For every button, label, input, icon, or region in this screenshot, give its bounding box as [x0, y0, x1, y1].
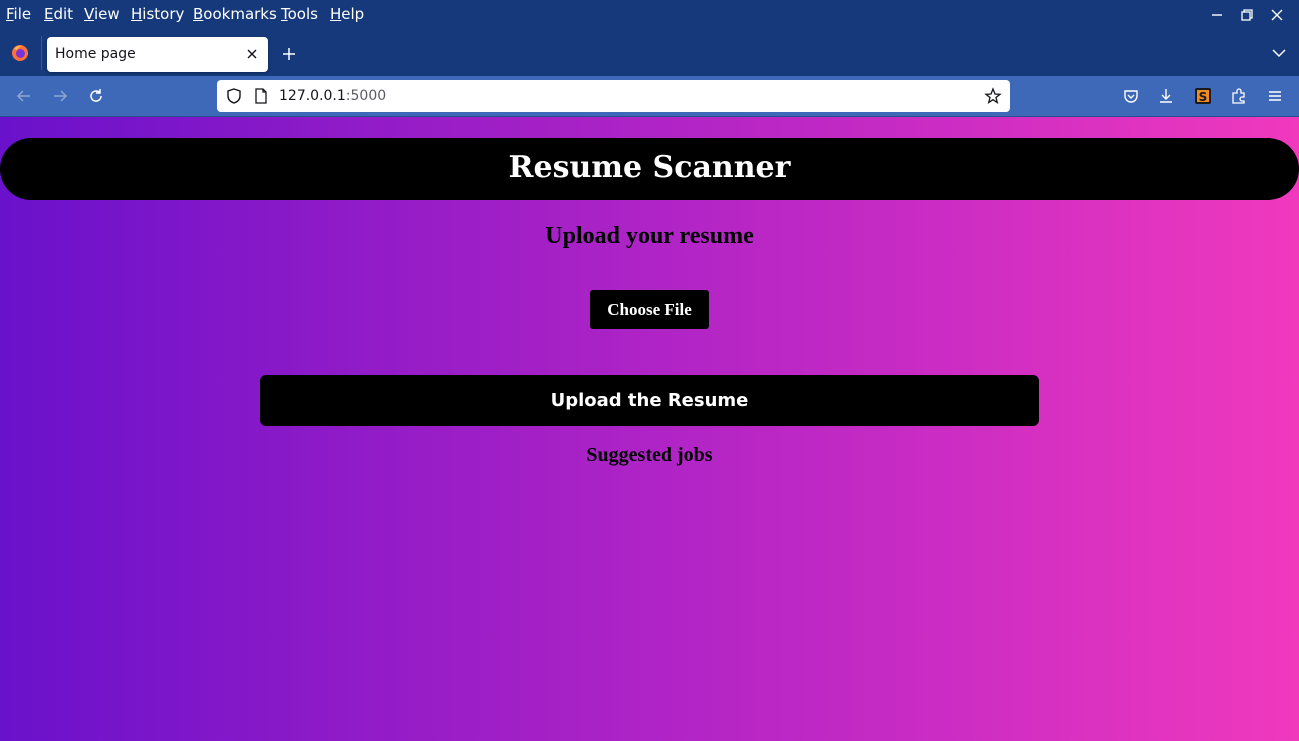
forward-arrow-icon[interactable]	[51, 87, 69, 105]
tab-home-page[interactable]: Home page	[47, 37, 268, 72]
choose-file-button[interactable]: Choose File	[590, 290, 709, 329]
menu-file[interactable]: File	[6, 5, 31, 23]
firefox-logo-icon[interactable]	[11, 44, 29, 62]
back-arrow-icon[interactable]	[15, 87, 33, 105]
svg-text:S: S	[1199, 90, 1208, 104]
navigation-toolbar: 127.0.0.1:5000 S	[0, 76, 1299, 117]
menu-view[interactable]: View	[84, 5, 120, 23]
url-text[interactable]: 127.0.0.1:5000	[279, 88, 386, 104]
menu-bar: File Edit View History Bookmarks Tools H…	[0, 0, 1299, 30]
new-tab-icon[interactable]	[280, 45, 298, 63]
shield-icon[interactable]	[225, 87, 243, 105]
download-icon[interactable]	[1157, 87, 1175, 105]
page-icon	[255, 88, 267, 104]
tab-strip: Home page	[0, 30, 1299, 76]
close-tab-icon[interactable]	[244, 46, 260, 62]
close-window-icon[interactable]	[1268, 6, 1286, 24]
bookmark-star-icon[interactable]	[984, 87, 1002, 105]
hamburger-menu-icon[interactable]	[1266, 87, 1284, 105]
reload-icon[interactable]	[87, 87, 105, 105]
tab-title: Home page	[55, 46, 136, 62]
upload-heading: Upload your resume	[545, 223, 754, 249]
tab-separator	[41, 36, 42, 70]
minimize-icon[interactable]	[1208, 6, 1226, 24]
menu-edit[interactable]: Edit	[44, 5, 73, 23]
extension-s-icon[interactable]: S	[1194, 87, 1212, 105]
chevron-down-icon[interactable]	[1271, 45, 1287, 61]
upload-resume-button[interactable]: Upload the Resume	[260, 375, 1039, 426]
restore-icon[interactable]	[1238, 6, 1256, 24]
page-content: Resume Scanner Upload your resume Choose…	[0, 117, 1299, 741]
url-bar[interactable]: 127.0.0.1:5000	[217, 80, 1010, 112]
menu-tools[interactable]: Tools	[281, 5, 318, 23]
suggested-jobs-heading: Suggested jobs	[586, 444, 713, 466]
pocket-icon[interactable]	[1122, 87, 1140, 105]
page-title: Resume Scanner	[508, 150, 791, 185]
extensions-puzzle-icon[interactable]	[1230, 87, 1248, 105]
header-banner: Resume Scanner	[0, 138, 1299, 200]
menu-bookmarks[interactable]: Bookmarks	[193, 5, 277, 23]
menu-history[interactable]: History	[131, 5, 184, 23]
menu-help[interactable]: Help	[330, 5, 364, 23]
